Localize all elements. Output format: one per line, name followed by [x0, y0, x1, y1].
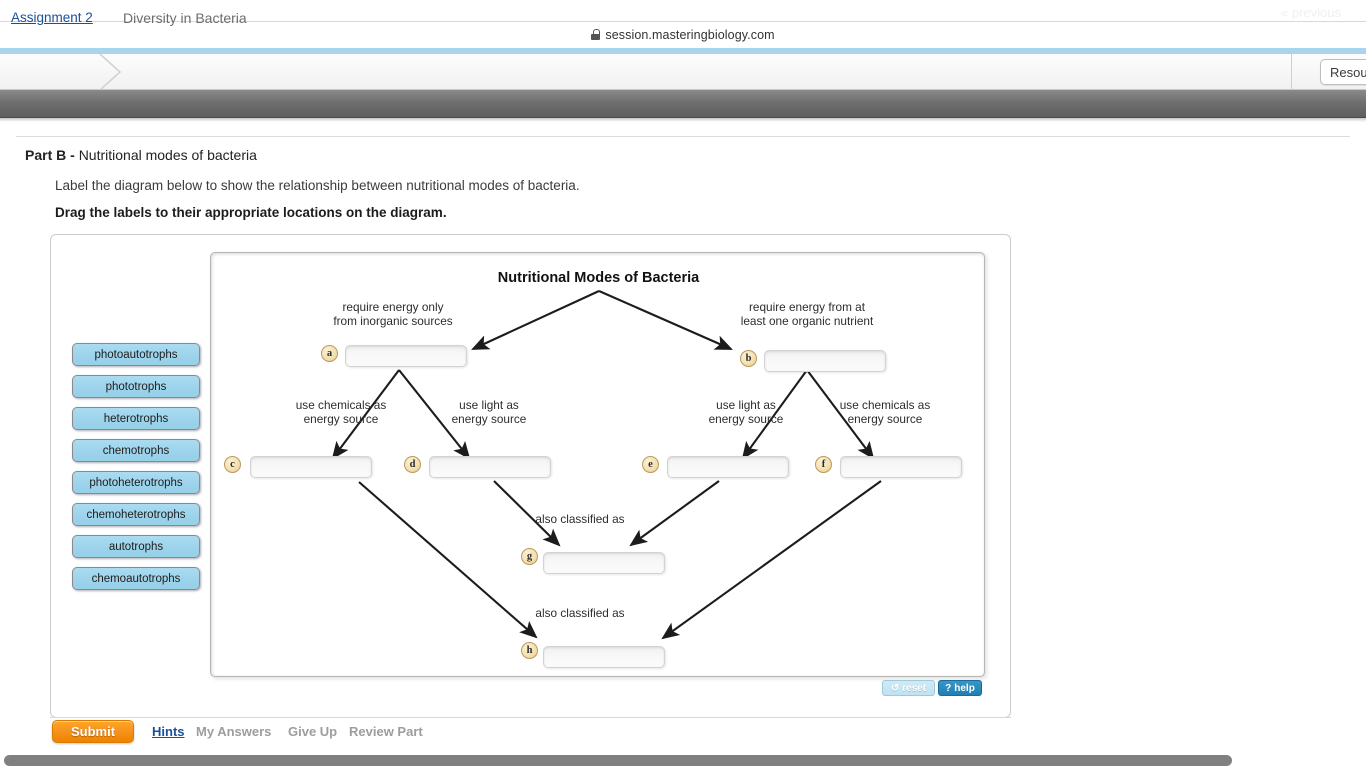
horizontal-scrollbar-thumb[interactable] [4, 755, 1232, 766]
zone-badge-d: d [404, 456, 421, 473]
label-bank: photoautotrophs phototrophs heterotrophs… [72, 343, 202, 599]
drop-zone-h[interactable] [543, 646, 665, 668]
question-mark-icon: ? [945, 682, 952, 694]
annotation-f-branch: use chemicals as energy source [839, 398, 931, 426]
drop-zone-c[interactable] [250, 456, 372, 478]
page-title: Part B - Nutritional modes of bacteria [25, 147, 257, 163]
annotation-right-branch: require energy from at least one organic… [740, 300, 874, 328]
zone-badge-h: h [521, 642, 538, 659]
annotation-c-branch: use chemicals as energy source [295, 398, 387, 426]
annotation-left-branch: require energy only from inorganic sourc… [333, 300, 453, 328]
drop-zone-f[interactable] [840, 456, 962, 478]
previous-question-link[interactable]: « previous [1281, 5, 1341, 20]
zone-badge-f: f [815, 456, 832, 473]
annotation-h-branch: also classified as [535, 606, 625, 620]
drop-zone-e[interactable] [667, 456, 789, 478]
drop-zone-b[interactable] [764, 350, 886, 372]
reset-button[interactable]: ↺ reset [882, 680, 935, 696]
zone-badge-b: b [740, 350, 757, 367]
breadcrumb-bar [0, 54, 1366, 90]
nav-shadow [0, 118, 1366, 122]
assignment-nav-bar [0, 90, 1366, 118]
hints-link[interactable]: Hints [152, 724, 185, 739]
drag-label-photoautotrophs[interactable]: photoautotrophs [72, 343, 200, 366]
breadcrumb-divider [1291, 54, 1292, 90]
give-up-link[interactable]: Give Up [288, 724, 337, 739]
lock-icon [591, 29, 601, 40]
resources-button[interactable]: Resources [1320, 59, 1366, 85]
drag-instruction: Drag the labels to their appropriate loc… [55, 205, 447, 220]
drag-label-photoheterotrophs[interactable]: photoheterotrophs [72, 471, 200, 494]
annotation-d-branch: use light as energy source [451, 398, 527, 426]
zone-badge-c: c [224, 456, 241, 473]
drag-label-chemotrophs[interactable]: chemotrophs [72, 439, 200, 462]
drop-zone-d[interactable] [429, 456, 551, 478]
zone-badge-g: g [521, 548, 538, 565]
reset-icon: ↺ [890, 682, 900, 694]
drag-label-autotrophs[interactable]: autotrophs [72, 535, 200, 558]
drop-zone-g[interactable] [543, 552, 665, 574]
breadcrumb-current-page: Diversity in Bacteria [123, 10, 247, 26]
footer-divider [50, 717, 1011, 718]
diagram-title: Nutritional Modes of Bacteria [497, 270, 700, 286]
zone-badge-e: e [642, 456, 659, 473]
zone-badge-a: a [321, 345, 338, 362]
url-text-container: session.masteringbiology.com [591, 28, 775, 42]
drag-label-chemoheterotrophs[interactable]: chemoheterotrophs [72, 503, 200, 526]
drag-label-chemoautotrophs[interactable]: chemoautotrophs [72, 567, 200, 590]
part-label: Part B - [25, 147, 79, 163]
content-divider [16, 136, 1350, 137]
review-part-link[interactable]: Review Part [349, 724, 423, 739]
submit-button[interactable]: Submit [52, 720, 134, 743]
help-label: help [954, 682, 975, 694]
breadcrumb-assignment-link[interactable]: Assignment 2 [11, 10, 93, 25]
question-prompt: Label the diagram below to show the rela… [55, 178, 580, 193]
diagram-frame: Nutritional Modes of Bacteria require en… [210, 252, 985, 677]
drag-label-phototrophs[interactable]: phototrophs [72, 375, 200, 398]
drag-label-heterotrophs[interactable]: heterotrophs [72, 407, 200, 430]
my-answers-link[interactable]: My Answers [196, 724, 271, 739]
reset-label: reset [902, 682, 927, 694]
help-button[interactable]: ? help [938, 680, 982, 696]
part-title: Nutritional modes of bacteria [78, 147, 257, 163]
drop-zone-a[interactable] [345, 345, 467, 367]
breadcrumb-separator-icon [98, 54, 122, 90]
annotation-g-branch: also classified as [535, 512, 625, 526]
url-text: session.masteringbiology.com [605, 28, 775, 42]
